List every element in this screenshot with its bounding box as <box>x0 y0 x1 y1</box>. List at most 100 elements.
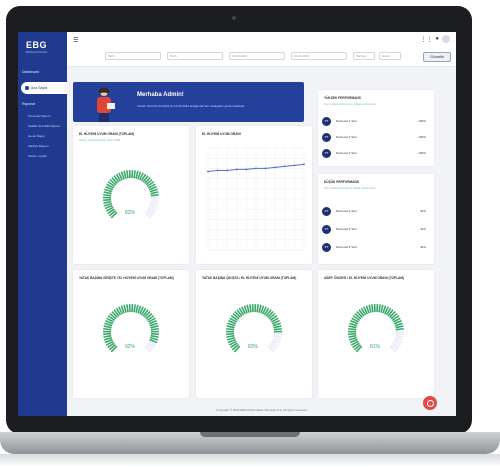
gauge-tick <box>246 304 250 313</box>
chat-button[interactable] <box>423 396 437 410</box>
performer-row[interactable]: PT Personel 5 Test 42% <box>322 224 432 234</box>
card-subtitle: Hedef: Güvenli Hijyen Oranı %86 <box>79 138 121 142</box>
app-screen: EBG Mühendislik Dashboard Ana Sayfa Rapo… <box>18 32 456 416</box>
card-title: DÜŞÜK PERFORMANS <box>324 180 359 184</box>
performer-avatar: PT <box>322 148 331 158</box>
card-title: EL HİJYENİ UYUM ORANI <box>202 132 241 136</box>
filter-select-1[interactable]: Tarih <box>105 52 161 60</box>
gauge-tick <box>103 193 112 197</box>
gauge-tick <box>103 334 112 338</box>
data-point <box>264 167 267 170</box>
performer-avatar: PT <box>322 206 331 216</box>
sidebar-subitem[interactable]: Vardiya Raporu <box>28 144 49 148</box>
data-point <box>293 164 296 167</box>
low-performers-card: DÜŞÜK PERFORMANS Son hedef üzerinde en d… <box>318 174 434 264</box>
gauge-tick <box>123 170 127 179</box>
gauge-tick <box>258 304 262 313</box>
top-performers-card: YÜKSEK PERFORMANS Son hedef üzerinde en … <box>318 90 434 166</box>
gauge-value: 82% <box>125 210 136 216</box>
gauge-card-exit: YATAK BAŞINA ÇIKIŞTA / EL HİJYENİ UYUM O… <box>196 270 312 398</box>
gauge-tick <box>273 332 282 336</box>
gauge-tick <box>133 170 136 179</box>
sidebar-item-label: Ana Sayfa <box>31 86 48 90</box>
gauge-tick <box>273 334 282 338</box>
performer-row[interactable]: PT Personel 6 Test 44% <box>322 242 432 252</box>
bell-icon[interactable]: ● <box>435 36 439 42</box>
gauge-tick <box>273 325 282 329</box>
sidebar-subitem[interactable]: Genel Rapor <box>28 134 45 138</box>
performer-name: Personel 3 Test <box>336 151 357 155</box>
data-point <box>274 166 277 169</box>
sidebar-item-reports[interactable]: Raporlar <box>18 98 67 110</box>
gauge-tick <box>150 325 159 329</box>
gauge-value: 81% <box>370 344 381 350</box>
gauge-value: 83% <box>248 344 259 350</box>
gauge-tick <box>150 334 159 338</box>
menu-icon[interactable]: ☰ <box>73 37 78 44</box>
performer-percent: 100% <box>418 151 426 155</box>
data-point <box>226 169 229 172</box>
performer-row[interactable]: PT Personel 3 Test 100% <box>322 148 432 158</box>
gauge-chart <box>102 303 160 353</box>
gauge-tick <box>103 191 112 195</box>
gauge-chart <box>225 303 283 353</box>
performer-row[interactable]: PT Personel 2 Test 100% <box>322 132 432 142</box>
camera-dot <box>232 16 236 20</box>
floor-shadow <box>0 454 500 467</box>
gauge-chart <box>102 169 160 219</box>
date-input-end[interactable]: 01.03.2022 <box>291 52 347 60</box>
gauge-tick <box>226 327 235 331</box>
gauge-tick <box>150 332 159 336</box>
gauge-tick <box>395 332 404 336</box>
line-chart-card: EL HİJYENİ UYUM ORANI <box>196 126 312 264</box>
topbar: ☰ ⋮⋮ ● <box>67 32 456 49</box>
sidebar-item-label: Raporlar <box>22 102 36 106</box>
performer-percent: 42% <box>419 209 426 213</box>
gauge-tick <box>126 170 129 179</box>
sidebar-item-label: Dashboard <box>22 70 40 74</box>
gauge-tick <box>348 332 357 336</box>
gauge-tick <box>395 325 404 329</box>
welcome-subtitle: Verileri Tarih 01.03.2022 ile 15.03.2022… <box>137 104 246 108</box>
sidebar-item-home[interactable]: Ana Sayfa <box>21 82 67 94</box>
performer-row[interactable]: PT Personel 1 Test 100% <box>322 116 432 126</box>
logo-subtext: Mühendislik <box>26 50 48 54</box>
shift-select[interactable]: Vardiya <box>353 52 375 60</box>
update-button[interactable]: Güncelle <box>423 52 451 62</box>
grid-icon[interactable]: ⋮⋮ <box>420 36 432 43</box>
card-title: YATAK BAŞINA GİRİŞTE / EL HİJYENİ UYUM O… <box>79 276 174 280</box>
gauge-card-asepsis: ASEP. ÖNCESİ / EL HİJYENİ UYUM ORANI (TO… <box>318 270 434 398</box>
sidebar: EBG Mühendislik Dashboard Ana Sayfa Rapo… <box>18 32 67 416</box>
gauge-tick <box>348 327 357 331</box>
data-point <box>283 165 286 168</box>
filter-select-2[interactable]: Tarih <box>167 52 223 60</box>
performer-name: Personel 5 Test <box>336 227 357 231</box>
performer-name: Personel 6 Test <box>336 245 357 249</box>
card-title: ASEP. ÖNCESİ / EL HİJYENİ UYUM ORANI (TO… <box>324 276 405 280</box>
gauge-tick <box>123 304 127 313</box>
laptop-notch <box>200 432 300 437</box>
sidebar-subitem[interactable]: Saatlik Verimlilik Raporu <box>28 124 60 128</box>
data-point <box>303 163 305 166</box>
card-title: YÜKSEK PERFORMANS <box>324 96 361 100</box>
gauge-tick <box>150 198 159 202</box>
welcome-banner: Merhaba Admin! Verileri Tarih 01.03.2022… <box>73 82 304 122</box>
avatar[interactable] <box>442 35 450 43</box>
sidebar-item-dashboard[interactable]: Dashboard <box>18 66 67 78</box>
date-input-start[interactable]: 01.03.2022 <box>229 52 285 60</box>
card-title: YATAK BAŞINA ÇIKIŞTA / EL HİJYENİ UYUM O… <box>202 276 297 280</box>
gauge-tick <box>226 332 235 336</box>
gauge-chart <box>347 303 405 353</box>
sidebar-subitem[interactable]: Sistem Logları <box>28 154 47 158</box>
performer-avatar: PT <box>322 116 331 126</box>
gauge-tick <box>103 198 112 202</box>
cell-select[interactable]: Hücre <box>379 52 401 60</box>
gauge-tick <box>103 327 112 331</box>
gauge-tick <box>256 304 259 313</box>
gauge-tick <box>150 191 159 195</box>
gauge-tick <box>126 304 129 313</box>
welcome-title: Merhaba Admin! <box>137 92 184 98</box>
sidebar-subitem[interactable]: Personel Raporu <box>28 114 51 118</box>
performer-row[interactable]: PT Personel 4 Test 42% <box>322 206 432 216</box>
person-illustration <box>97 87 115 122</box>
